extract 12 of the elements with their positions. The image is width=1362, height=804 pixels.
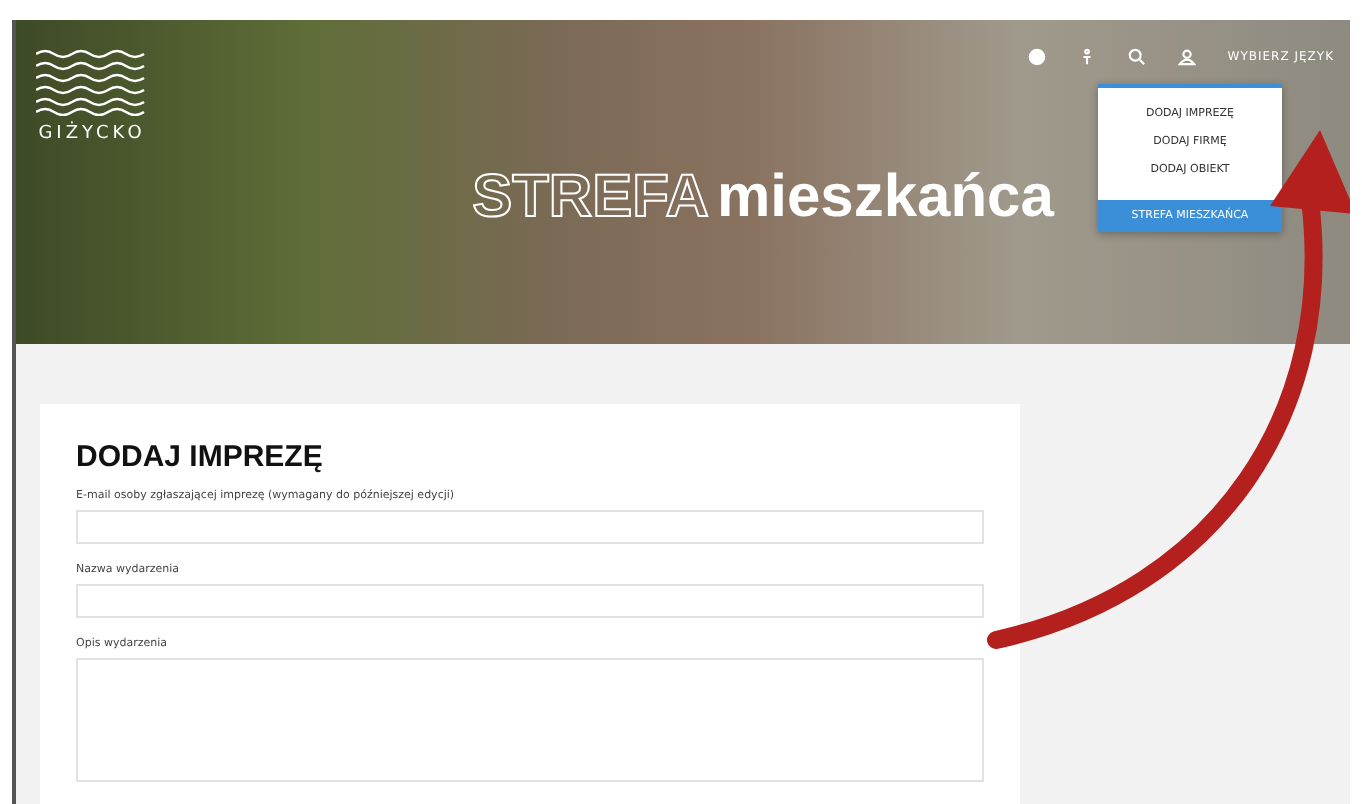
form-title: DODAJ IMPREZĘ (76, 440, 325, 474)
hero-title: mieszkańca (716, 164, 1054, 232)
contrast-icon[interactable] (1027, 48, 1046, 66)
user-icon[interactable] (1177, 48, 1196, 66)
search-icon[interactable] (1127, 48, 1146, 66)
input-field[interactable] (76, 584, 984, 618)
textarea-field[interactable] (76, 658, 984, 782)
waves-logo-icon (36, 48, 148, 116)
logo-text: GIŻYCKO (38, 124, 146, 144)
input-field[interactable] (76, 510, 984, 544)
hero-title-outline: STREFA (472, 164, 709, 232)
accessibility-icon[interactable] (1077, 48, 1096, 66)
